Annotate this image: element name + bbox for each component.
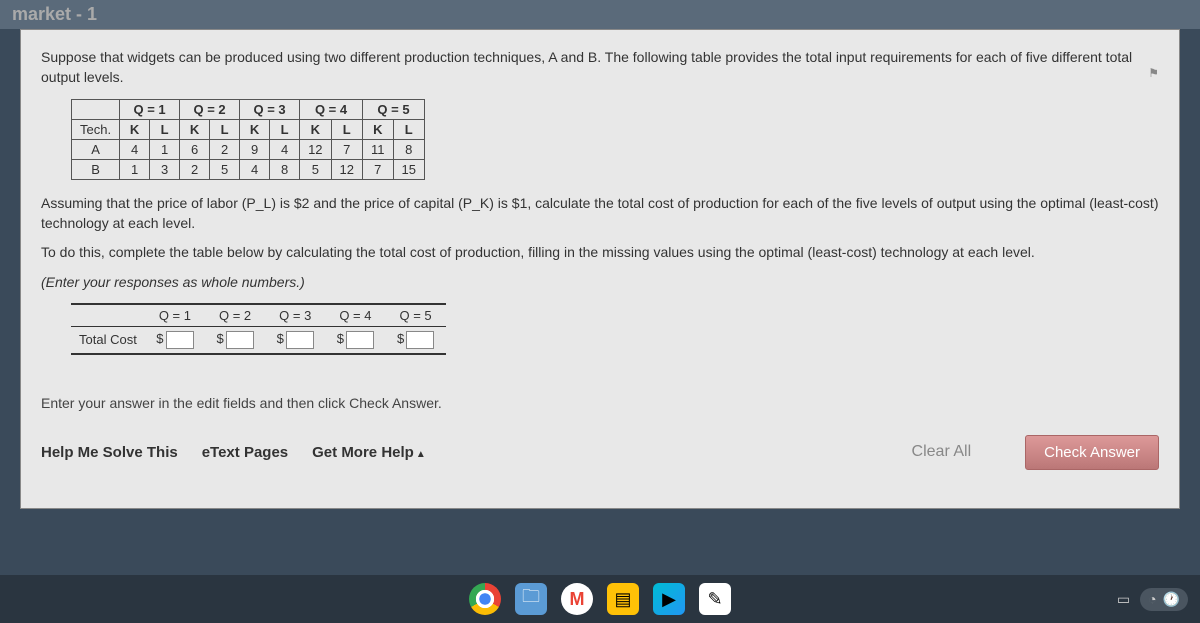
tech-label: Tech. [72,120,120,140]
cell: 8 [270,160,300,180]
table-row: A 4 1 6 2 9 4 12 7 11 8 [72,140,425,160]
currency-symbol: $ [156,331,163,346]
cell: 1 [120,160,150,180]
cost-q-header: Q = 4 [325,304,385,327]
total-cost-label: Total Cost [71,326,145,354]
row-label: A [72,140,120,160]
q-header: Q = 3 [240,100,300,120]
kl-header: L [210,120,240,140]
currency-symbol: $ [397,331,404,346]
cost-q-header: Q = 2 [205,304,265,327]
tab-title: market - 1 [0,0,1200,29]
question-panel: ⚑ Suppose that widgets can be produced u… [20,29,1180,509]
cell: 4 [270,140,300,160]
kl-header: L [331,120,362,140]
cell: 4 [240,160,270,180]
q-header: Q = 5 [363,100,425,120]
cell: 2 [210,140,240,160]
todo-text: To do this, complete the table below by … [41,243,1159,263]
cost-q-header: Q = 1 [145,304,205,327]
clear-all-button[interactable]: Clear All [912,443,972,461]
cost-input-q4[interactable] [346,331,374,349]
q-header: Q = 2 [180,100,240,120]
notification-icon[interactable]: ▭ [1117,591,1130,608]
cell: 6 [180,140,210,160]
cell: 15 [393,160,424,180]
assumption-text: Assuming that the price of labor (P_L) i… [41,194,1159,233]
total-cost-table: Q = 1 Q = 2 Q = 3 Q = 4 Q = 5 Total Cost… [71,303,446,355]
get-more-help-button[interactable]: Get More Help▲ [312,444,426,461]
system-tray[interactable]: ▭ ◔ 🕐 [1117,588,1188,611]
cost-q-header: Q = 3 [265,304,325,327]
row-label: B [72,160,120,180]
cost-q-header: Q = 5 [386,304,446,327]
docs-icon[interactable]: ▤ [607,583,639,615]
chrome-icon[interactable] [469,583,501,615]
action-bar: Help Me Solve This eText Pages Get More … [41,435,1159,470]
input-requirements-table: Q = 1 Q = 2 Q = 3 Q = 4 Q = 5 Tech. K L … [71,99,425,180]
gmail-icon[interactable]: M [561,583,593,615]
cell: 12 [300,140,331,160]
kl-header: K [120,120,150,140]
kl-header: K [240,120,270,140]
cell: 1 [150,140,180,160]
kl-header: L [393,120,424,140]
taskbar: 🗀 M ▤ ▶ ✎ ▭ ◔ 🕐 [0,575,1200,623]
cell: 12 [331,160,362,180]
cost-input-q1[interactable] [166,331,194,349]
cost-input-q5[interactable] [406,331,434,349]
response-note: (Enter your responses as whole numbers.) [41,273,1159,293]
chevron-down-icon: ▲ [416,449,426,460]
play-icon[interactable]: ▶ [653,583,685,615]
kl-header: K [300,120,331,140]
kl-header: L [270,120,300,140]
clock-icon[interactable]: 🕐 [1163,591,1180,608]
cell: 9 [240,140,270,160]
cost-input-q2[interactable] [226,331,254,349]
cell: 5 [300,160,331,180]
table-row: B 1 3 2 5 4 8 5 12 7 15 [72,160,425,180]
kl-header: K [363,120,394,140]
battery-icon[interactable]: ◔ [1148,591,1156,608]
q-header: Q = 1 [120,100,180,120]
q-header: Q = 4 [300,100,363,120]
cost-input-q3[interactable] [286,331,314,349]
snip-icon[interactable]: ✎ [699,583,731,615]
kl-header: K [180,120,210,140]
currency-symbol: $ [277,331,284,346]
kl-header: L [150,120,180,140]
cell: 7 [331,140,362,160]
hint-text: Enter your answer in the edit fields and… [41,395,1159,411]
files-icon[interactable]: 🗀 [515,583,547,615]
cell: 5 [210,160,240,180]
cell: 8 [393,140,424,160]
cell: 11 [363,140,394,160]
etext-pages-button[interactable]: eText Pages [202,444,288,461]
currency-symbol: $ [337,331,344,346]
cell: 3 [150,160,180,180]
currency-symbol: $ [216,331,223,346]
cell: 2 [180,160,210,180]
flag-icon[interactable]: ⚑ [1148,66,1159,80]
help-solve-button[interactable]: Help Me Solve This [41,444,178,461]
cell: 4 [120,140,150,160]
cell: 7 [363,160,394,180]
check-answer-button[interactable]: Check Answer [1025,435,1159,470]
intro-text: Suppose that widgets can be produced usi… [41,48,1159,87]
